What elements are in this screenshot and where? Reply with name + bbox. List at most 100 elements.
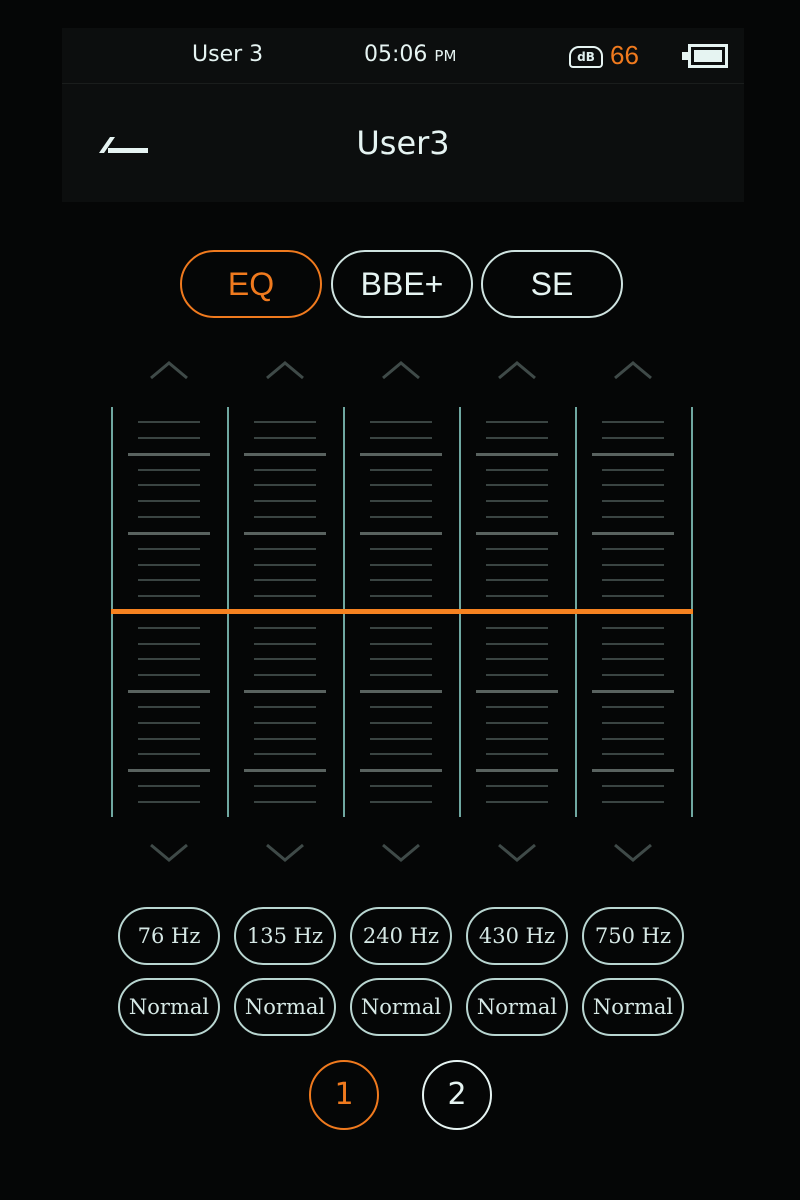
scale-tick	[370, 421, 432, 424]
scale-tick	[370, 500, 432, 503]
scale-tick	[486, 705, 548, 708]
scale-tick	[128, 452, 210, 456]
scale-tick	[486, 436, 548, 439]
q-factor-button[interactable]: Normal	[118, 978, 220, 1036]
scale-tick	[138, 721, 200, 724]
chevron-down-icon[interactable]	[381, 843, 421, 863]
tab-bbe[interactable]: BBE+	[331, 250, 473, 318]
gain-level-handle[interactable]	[575, 609, 693, 614]
scale-tick	[254, 737, 316, 740]
scale-tick	[486, 547, 548, 550]
scale-tick	[370, 468, 432, 471]
scale-tick	[486, 579, 548, 582]
frequency-button[interactable]: 135 Hz	[234, 907, 336, 965]
scale-tick	[602, 579, 664, 582]
scale-tick	[370, 516, 432, 519]
scale-tick	[476, 531, 558, 535]
scale-tick	[138, 484, 200, 487]
chevron-up-icon[interactable]	[265, 360, 305, 380]
scale-tick	[592, 769, 674, 773]
scale-tick	[254, 626, 316, 629]
scale-tick	[360, 769, 442, 773]
gain-level-handle[interactable]	[343, 609, 461, 614]
scale-tick	[486, 626, 548, 629]
chevron-down-icon[interactable]	[497, 843, 537, 863]
scale-tick	[254, 642, 316, 645]
scale-tick	[254, 705, 316, 708]
chevron-up-icon[interactable]	[497, 360, 537, 380]
page-2-button[interactable]: 2	[422, 1060, 492, 1130]
scale-tick	[360, 452, 442, 456]
scale-tick	[244, 690, 326, 694]
scale-tick	[602, 753, 664, 756]
scale-tick	[254, 658, 316, 661]
page-1-button[interactable]: 1	[309, 1060, 379, 1130]
top-panel: User 3 05:06 PM dB 66 User3	[62, 28, 744, 202]
scale-tick	[486, 468, 548, 471]
volume-level: 66	[610, 40, 639, 70]
frequency-button[interactable]: 76 Hz	[118, 907, 220, 965]
scale-tick	[602, 421, 664, 424]
tab-eq[interactable]: EQ	[180, 250, 322, 318]
scale-tick	[476, 452, 558, 456]
scale-tick	[602, 785, 664, 788]
scale-tick	[370, 579, 432, 582]
time: 05:06	[364, 42, 428, 67]
scale-tick	[138, 658, 200, 661]
scale-tick	[486, 753, 548, 756]
scale-tick	[486, 484, 548, 487]
page-title: User3	[356, 124, 450, 162]
scale-tick	[254, 547, 316, 550]
frequency-button[interactable]: 750 Hz	[582, 907, 684, 965]
scale-tick	[128, 690, 210, 694]
scale-tick	[360, 531, 442, 535]
chevron-down-icon[interactable]	[265, 843, 305, 863]
profile-name: User 3	[192, 42, 264, 67]
q-factor-button[interactable]: Normal	[582, 978, 684, 1036]
scale-tick	[602, 642, 664, 645]
frequency-button[interactable]: 430 Hz	[466, 907, 568, 965]
scale-tick	[602, 705, 664, 708]
scale-tick	[138, 500, 200, 503]
chevron-up-icon[interactable]	[613, 360, 653, 380]
scale-tick	[370, 800, 432, 803]
scale-tick	[370, 658, 432, 661]
scale-tick	[486, 421, 548, 424]
scale-tick	[254, 468, 316, 471]
gain-level-handle[interactable]	[111, 609, 229, 614]
scale-tick	[138, 737, 200, 740]
scale-tick	[486, 785, 548, 788]
scale-tick	[138, 705, 200, 708]
scale-tick	[138, 563, 200, 566]
scale-tick	[244, 769, 326, 773]
scale-tick	[370, 626, 432, 629]
chevron-down-icon[interactable]	[613, 843, 653, 863]
chevron-down-icon[interactable]	[149, 843, 189, 863]
q-factor-button[interactable]: Normal	[466, 978, 568, 1036]
scale-tick	[254, 579, 316, 582]
scale-tick	[602, 658, 664, 661]
q-factor-button[interactable]: Normal	[350, 978, 452, 1036]
scale-tick	[254, 753, 316, 756]
scale-tick	[592, 690, 674, 694]
scale-tick	[486, 674, 548, 677]
scale-tick	[138, 753, 200, 756]
scale-tick	[254, 421, 316, 424]
q-factor-button[interactable]: Normal	[234, 978, 336, 1036]
scale-tick	[254, 516, 316, 519]
scale-tick	[476, 690, 558, 694]
scale-tick	[254, 800, 316, 803]
chevron-up-icon[interactable]	[149, 360, 189, 380]
chevron-up-icon[interactable]	[381, 360, 421, 380]
scale-tick	[602, 721, 664, 724]
gain-level-handle[interactable]	[459, 609, 577, 614]
scale-tick	[244, 452, 326, 456]
gain-level-handle[interactable]	[227, 609, 345, 614]
scale-tick	[370, 753, 432, 756]
scale-tick	[138, 516, 200, 519]
scale-tick	[138, 785, 200, 788]
frequency-button[interactable]: 240 Hz	[350, 907, 452, 965]
scale-tick	[476, 769, 558, 773]
tab-se[interactable]: SE	[481, 250, 623, 318]
scale-tick	[254, 563, 316, 566]
